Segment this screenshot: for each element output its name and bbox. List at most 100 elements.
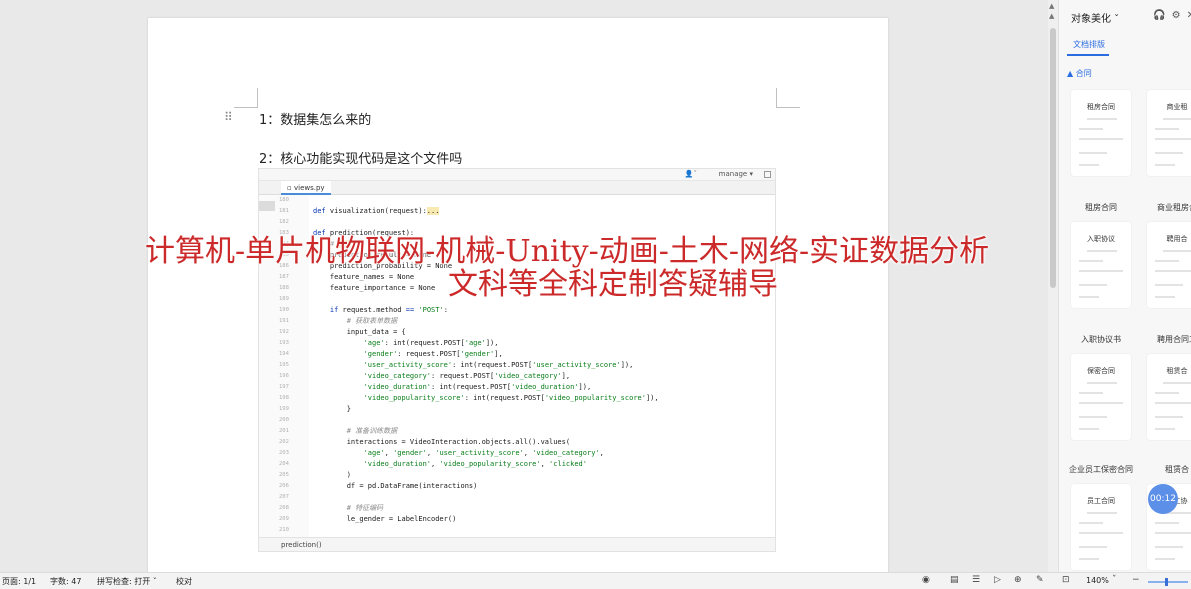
template-card-title: 租房合同 <box>1087 103 1115 111</box>
scroll-up-icon-2[interactable]: ▲ <box>1049 12 1054 20</box>
template-name[interactable]: 租赁合 <box>1142 464 1191 475</box>
line-number: 190 <box>279 307 289 313</box>
watermark-line-2: 文科等全科定制答疑辅导 <box>448 267 778 302</box>
template-card-title: 保密合同 <box>1087 367 1115 375</box>
scroll-up-icon[interactable]: ▲ <box>1049 2 1054 10</box>
run-config-dropdown: manage ▾ <box>718 170 753 178</box>
document-canvas: ⠿ 1：数据集怎么来的 2：核心功能实现代码是这个文件吗 👤ˇ manage ▾… <box>0 0 1048 572</box>
line-number: 197 <box>279 384 289 390</box>
status-bar: 页面: 1/1 字数: 47 拼写检查: 打开 ˇ 校对 ◉ ▤ ☰ ▷ ⊕ ✎… <box>0 572 1191 589</box>
line-number: 204 <box>279 461 289 467</box>
code-line: def visualization(request):... <box>313 207 440 215</box>
line-number: 194 <box>279 351 289 357</box>
category-contract[interactable]: ▲ 合同 <box>1067 68 1092 79</box>
word-count[interactable]: 字数: 47 <box>50 576 81 587</box>
fold-marker <box>259 201 275 211</box>
window-icon <box>764 171 771 178</box>
code-line: 'age': int(request.POST['age']), <box>363 339 499 347</box>
template-card[interactable]: 商业租 <box>1147 90 1191 176</box>
tab-views-py: ▫ views.py <box>281 181 331 195</box>
template-card-title: 聘用合 <box>1166 235 1188 243</box>
line-number: 188 <box>279 285 289 291</box>
code-line: if request.method == 'POST': <box>329 306 448 314</box>
recording-timer[interactable]: 00:12 <box>1148 484 1178 514</box>
vertical-scrollbar[interactable]: ▲ ▲ <box>1048 0 1058 572</box>
template-card-title: 商业租 <box>1166 103 1188 111</box>
line-number: 201 <box>279 428 289 434</box>
template-name[interactable]: 聘用合同工 <box>1142 334 1191 345</box>
document-line-1[interactable]: 1：数据集怎么来的 <box>259 109 371 128</box>
template-name[interactable]: 入职协议书 <box>1066 334 1136 345</box>
code-line: 'age', 'gender', 'user_activity_score', … <box>363 449 604 457</box>
close-icon[interactable]: ✕ <box>1187 10 1191 21</box>
scrollbar-thumb[interactable] <box>1050 28 1056 288</box>
template-card[interactable]: 保密合同 <box>1071 354 1131 440</box>
zoom-out-icon[interactable]: − <box>1132 575 1140 585</box>
page-count[interactable]: 页面: 1/1 <box>2 576 36 587</box>
paragraph-drag-handle-icon[interactable]: ⠿ <box>224 110 233 124</box>
page-margin-corner-left <box>234 88 258 108</box>
zoom-level[interactable]: 140% <box>1086 576 1109 585</box>
web-view-icon[interactable]: ⊕ <box>1014 575 1022 585</box>
template-name[interactable]: 商业租房合 <box>1142 202 1191 213</box>
code-line: # 获取表单数据 <box>313 317 398 325</box>
pen-icon[interactable]: ✎ <box>1036 575 1044 585</box>
template-card[interactable]: 租赁合 <box>1147 354 1191 440</box>
line-number: 192 <box>279 329 289 335</box>
zoom-dropdown-icon[interactable]: ˇ <box>1112 575 1117 585</box>
line-number: 189 <box>279 296 289 302</box>
line-number: 182 <box>279 219 289 225</box>
template-card[interactable]: 员工合同 <box>1071 484 1131 570</box>
line-number: 199 <box>279 406 289 412</box>
fit-icon[interactable]: ⊡ <box>1062 575 1070 585</box>
panel-title[interactable]: 对象美化 ˇ <box>1071 10 1119 25</box>
document-line-2[interactable]: 2：核心功能实现代码是这个文件吗 <box>259 148 462 167</box>
code-line: feature_importance = None <box>313 284 436 292</box>
code-line: ) <box>313 471 351 479</box>
code-line: 'video_duration', 'video_popularity_scor… <box>363 460 587 468</box>
page-margin-corner-right <box>776 88 800 108</box>
template-card[interactable]: 聘用合 <box>1147 222 1191 308</box>
template-card-title: 入职协议 <box>1087 235 1115 243</box>
line-number: 200 <box>279 417 289 423</box>
line-number: 203 <box>279 450 289 456</box>
code-line: 'video_category': request.POST['video_ca… <box>363 372 571 380</box>
code-line: input_data = { <box>313 328 406 336</box>
headset-icon[interactable]: 🎧 <box>1153 10 1165 21</box>
gear-icon[interactable]: ⚙ <box>1172 10 1181 21</box>
ide-title-bar: 👤ˇ manage ▾ <box>259 169 775 181</box>
line-number: 207 <box>279 494 289 500</box>
proofread[interactable]: 校对 <box>176 576 192 587</box>
code-line: 'video_popularity_score': int(request.PO… <box>363 394 659 402</box>
code-line: le_gender = LabelEncoder() <box>313 515 457 523</box>
ide-tab-strip: ▫ views.py <box>259 181 775 195</box>
zoom-slider-knob[interactable] <box>1165 578 1168 586</box>
line-number: 195 <box>279 362 289 368</box>
line-number: 193 <box>279 340 289 346</box>
line-number: 196 <box>279 373 289 379</box>
play-icon[interactable]: ▷ <box>994 575 1001 585</box>
code-line: # 特征编码 <box>313 504 384 512</box>
template-name[interactable]: 租房合同 <box>1066 202 1136 213</box>
line-number: 205 <box>279 472 289 478</box>
user-icon: 👤ˇ <box>684 170 697 178</box>
line-number: 209 <box>279 516 289 522</box>
page-view-icon[interactable]: ▤ <box>950 575 959 585</box>
outline-view-icon[interactable]: ☰ <box>972 575 980 585</box>
template-card[interactable]: 入职协议 <box>1071 222 1131 308</box>
line-number: 206 <box>279 483 289 489</box>
eye-icon[interactable]: ◉ <box>922 575 930 585</box>
line-number: 198 <box>279 395 289 401</box>
code-line: df = pd.DataFrame(interactions) <box>313 482 478 490</box>
spell-check[interactable]: 拼写检查: 打开 ˇ <box>97 576 157 587</box>
zoom-slider[interactable] <box>1148 581 1188 583</box>
template-card[interactable]: 租房合同 <box>1071 90 1131 176</box>
template-name[interactable]: 企业员工保密合同 <box>1066 464 1136 475</box>
code-line: 'user_activity_score': int(request.POST[… <box>363 361 634 369</box>
breadcrumb: prediction() <box>259 537 775 551</box>
code-line: } <box>313 405 351 413</box>
line-number: 202 <box>279 439 289 445</box>
code-line: 'gender': request.POST['gender'], <box>363 350 503 358</box>
line-number: 187 <box>279 274 289 280</box>
tab-document-layout[interactable]: 文档排版 <box>1073 39 1105 50</box>
